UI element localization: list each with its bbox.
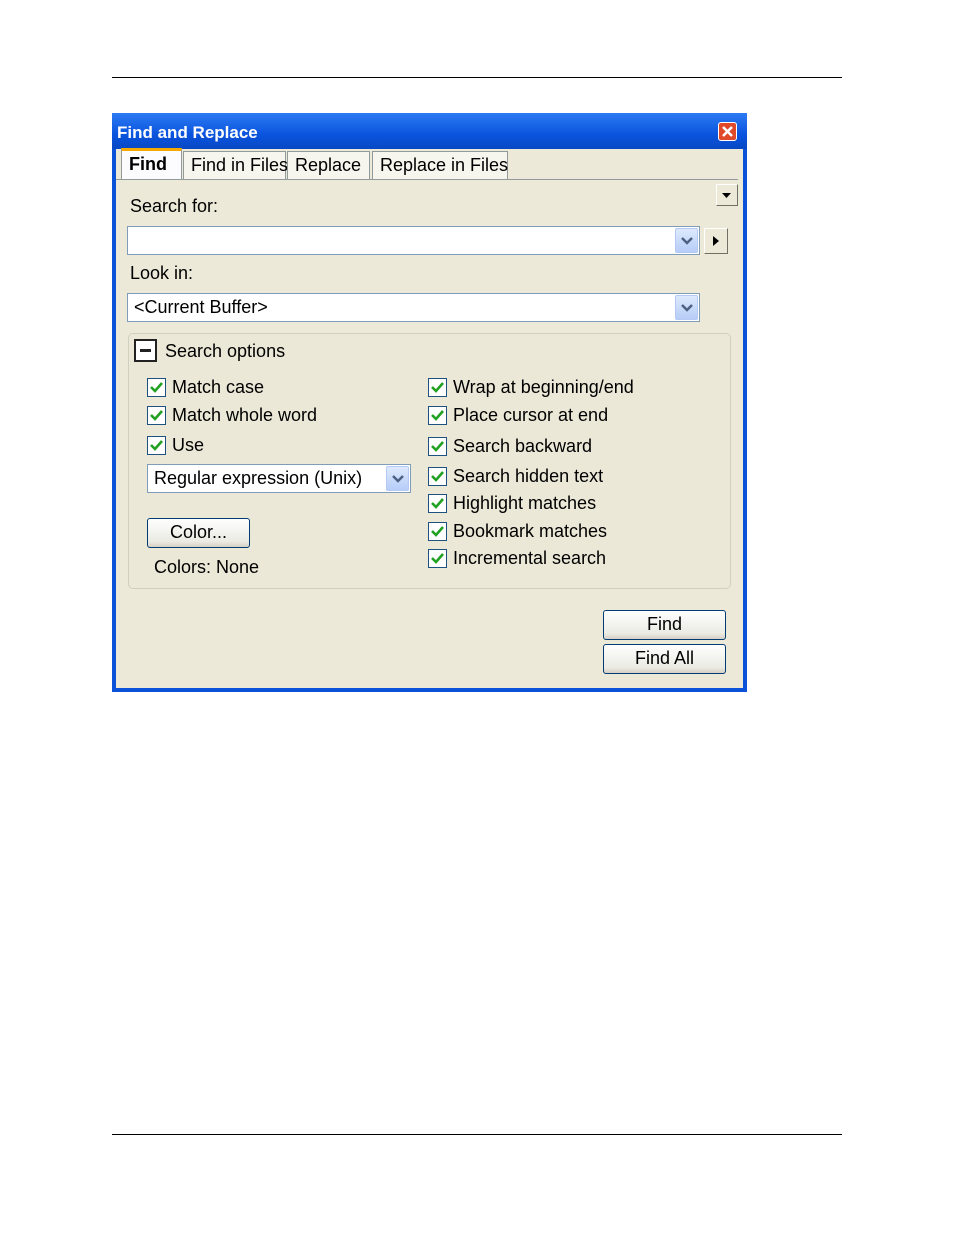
checkmark-icon [150, 382, 163, 393]
look-in-combo[interactable]: <Current Buffer> [127, 293, 700, 322]
match-case-label: Match case [172, 377, 265, 397]
chevron-down-icon [681, 304, 693, 312]
place-cursor-label: Place cursor at end [453, 405, 609, 425]
colors-status: Colors: None [154, 557, 260, 577]
chevron-down-icon [681, 237, 693, 245]
page-footer-rule [112, 1134, 842, 1135]
match-case-checkbox[interactable] [147, 378, 166, 397]
match-whole-word-checkbox[interactable] [147, 406, 166, 425]
collapse-toggle-icon[interactable] [134, 339, 157, 362]
look-in-dropdown[interactable] [675, 295, 698, 320]
history-menu-button[interactable] [716, 184, 738, 206]
color-button[interactable]: Color... [147, 518, 250, 548]
checkmark-icon [431, 382, 444, 393]
checkmark-icon [431, 526, 444, 537]
find-all-button[interactable]: Find All [603, 644, 726, 674]
caret-down-icon [722, 193, 731, 198]
search-backward-label: Search backward [453, 436, 593, 456]
wrap-label: Wrap at beginning/end [453, 377, 634, 397]
wrap-checkbox[interactable] [428, 378, 447, 397]
search-options-title: Search options [165, 341, 286, 361]
search-hidden-label: Search hidden text [453, 466, 604, 486]
regex-insert-button[interactable] [704, 228, 728, 254]
checkmark-icon [431, 410, 444, 421]
find-button[interactable]: Find [603, 610, 726, 640]
checkmark-icon [431, 471, 444, 482]
caret-right-icon [713, 236, 719, 246]
tab-find[interactable]: Find [121, 148, 182, 180]
use-regex-label: Use [172, 435, 205, 455]
search-for-label: Search for: [130, 196, 219, 216]
window-title: Find and Replace [117, 123, 258, 142]
close-icon [722, 126, 733, 137]
tab-find-in-files[interactable]: Find in Files [183, 151, 288, 179]
search-backward-checkbox[interactable] [428, 437, 447, 456]
search-for-dropdown[interactable] [675, 228, 698, 253]
close-button[interactable] [718, 122, 737, 141]
dialog-client: Find Find in Files Replace Replace in Fi… [116, 148, 743, 688]
look-in-value: <Current Buffer> [134, 297, 268, 317]
bookmark-matches-checkbox[interactable] [428, 522, 447, 541]
regex-type-value: Regular expression (Unix) [154, 468, 363, 488]
incremental-search-label: Incremental search [453, 548, 607, 568]
look-in-label: Look in: [130, 263, 194, 283]
tab-replace-in-files[interactable]: Replace in Files [372, 151, 508, 179]
place-cursor-checkbox[interactable] [428, 406, 447, 425]
title-bar[interactable]: Find and Replace [112, 113, 747, 149]
match-whole-word-label: Match whole word [172, 405, 318, 425]
regex-type-dropdown[interactable] [386, 466, 409, 491]
tab-replace[interactable]: Replace [287, 151, 370, 179]
find-replace-dialog: Find and Replace Find Find in Files Repl… [112, 113, 747, 692]
highlight-matches-label: Highlight matches [453, 493, 597, 513]
regex-type-combo[interactable]: Regular expression (Unix) [147, 464, 411, 493]
use-regex-checkbox[interactable] [147, 436, 166, 455]
search-hidden-checkbox[interactable] [428, 467, 447, 486]
checkmark-icon [431, 498, 444, 509]
checkmark-icon [150, 410, 163, 421]
incremental-search-checkbox[interactable] [428, 549, 447, 568]
highlight-matches-checkbox[interactable] [428, 494, 447, 513]
chevron-down-icon [392, 475, 404, 483]
tab-divider [116, 179, 738, 180]
checkmark-icon [150, 440, 163, 451]
checkmark-icon [431, 553, 444, 564]
checkmark-icon [431, 441, 444, 452]
search-for-combo[interactable] [127, 226, 700, 255]
bookmark-matches-label: Bookmark matches [453, 521, 608, 541]
page-header-rule [112, 77, 842, 78]
